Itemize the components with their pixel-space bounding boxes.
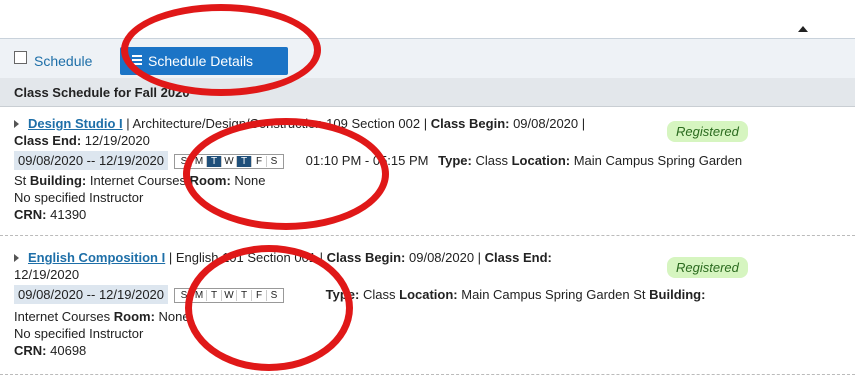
date-range: 09/08/2020 -- 12/19/2020: [14, 151, 169, 170]
annotation-circle: [121, 4, 321, 96]
expand-arrow-icon[interactable]: [14, 254, 19, 262]
end-date: 12/19/2020: [81, 133, 150, 148]
type-label: Type:: [438, 153, 472, 168]
crn-label: CRN:: [14, 207, 47, 222]
date-range: 09/08/2020 -- 12/19/2020: [14, 285, 169, 304]
end-label: Class End:: [484, 250, 552, 265]
location-value: Main Campus Spring Garden: [573, 153, 743, 168]
status-badge: Registered: [667, 257, 748, 278]
building-label: Building:: [29, 173, 87, 188]
room-label: Room:: [113, 309, 155, 324]
crn-value: 41390: [50, 207, 87, 222]
annotation-circle: [185, 245, 353, 371]
begin-date: 09/08/2020 |: [509, 116, 586, 131]
end-date: 12/19/2020: [14, 267, 80, 282]
expand-arrow-icon[interactable]: [14, 120, 19, 128]
instructor: No specified Instructor: [14, 326, 144, 341]
building-value: Internet Courses: [14, 309, 111, 324]
begin-label: Class Begin:: [430, 116, 510, 131]
location-label: Location:: [399, 287, 458, 302]
building-line: Internet Courses Room: None: [14, 309, 190, 324]
location-cont: St: [14, 173, 27, 188]
calendar-icon: [14, 51, 27, 64]
begin-date: 09/08/2020 |: [405, 250, 485, 265]
building-value: Internet Courses: [89, 173, 186, 188]
course-title-link[interactable]: Design Studio I: [28, 116, 123, 131]
course-title-link[interactable]: English Composition I: [28, 250, 165, 265]
status-badge: Registered: [667, 121, 748, 142]
location-value: Main Campus Spring Garden St: [461, 287, 646, 302]
section-header: Class Schedule for Fall 2020: [0, 78, 855, 107]
location-label: Location:: [511, 153, 571, 168]
scroll-up-arrow-icon[interactable]: [798, 26, 808, 32]
meeting-line: 09/08/2020 -- 12/19/2020 S M T W T F S Type: Cl…: [14, 285, 705, 304]
annotation-circle: [183, 118, 389, 230]
begin-label: Class Begin:: [326, 250, 406, 265]
tab-schedule-label: Schedule: [34, 53, 93, 69]
type-value: Class: [475, 153, 508, 168]
type-value: Class: [362, 287, 396, 302]
course-end-line: Class End: 12/19/2020: [14, 133, 150, 148]
crn-line: CRN: 41390: [14, 207, 86, 222]
crn-line: CRN: 40698: [14, 343, 86, 358]
instructor: No specified Instructor: [14, 190, 144, 205]
crn-label: CRN:: [14, 343, 47, 358]
end-label: Class End:: [14, 133, 82, 148]
course-item: English Composition I | English 101 Sect…: [0, 241, 855, 375]
building-label: Building:: [649, 287, 706, 302]
course-item: Design Studio I | Architecture/Design/Co…: [0, 107, 855, 236]
tab-schedule[interactable]: Schedule: [14, 51, 93, 69]
crn-value: 40698: [50, 343, 87, 358]
